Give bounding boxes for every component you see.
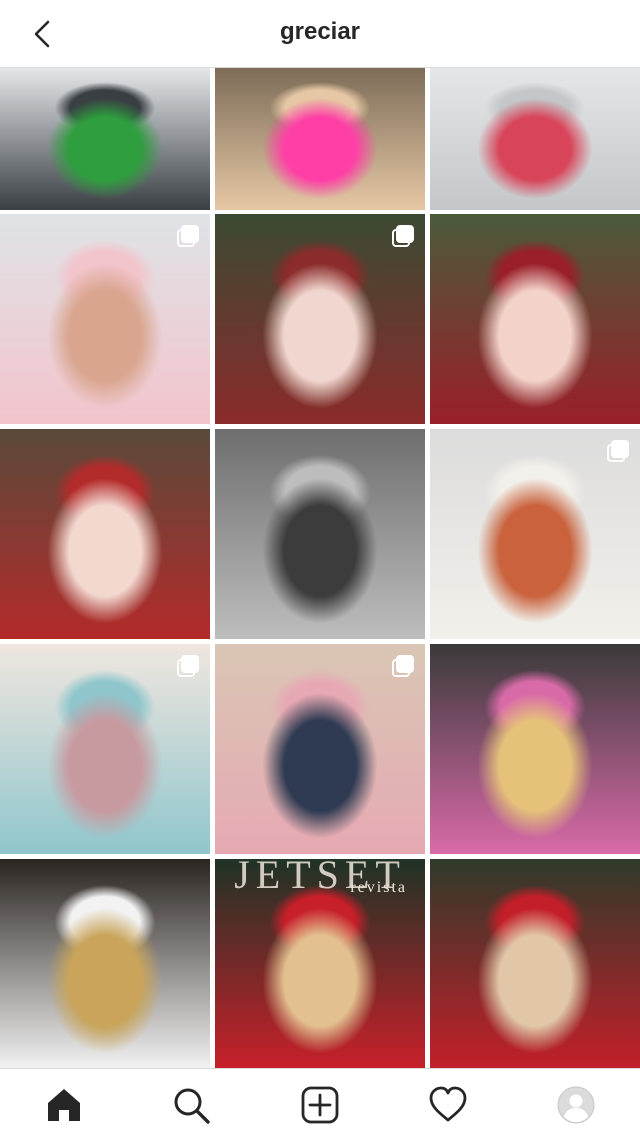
new-post-tab[interactable] (296, 1081, 344, 1129)
carousel-icon (177, 655, 199, 677)
post-photo (430, 214, 640, 424)
post-photo (0, 68, 210, 210)
home-icon (48, 1089, 80, 1121)
grid-post-tile[interactable] (430, 859, 640, 1068)
home-tab[interactable] (40, 1081, 88, 1129)
top-navigation-bar: greciar (0, 0, 640, 68)
grid-post-tile[interactable] (0, 859, 210, 1068)
add-post-icon (301, 1086, 339, 1124)
posts-grid: JETSET revista (0, 68, 640, 1068)
carousel-icon (392, 655, 414, 677)
activity-tab[interactable] (424, 1081, 472, 1129)
search-tab[interactable] (167, 1081, 215, 1129)
grid-post-tile[interactable] (215, 644, 425, 854)
grid-post-tile[interactable] (430, 644, 640, 854)
grid-post-tile[interactable] (215, 429, 425, 639)
grid-post-tile[interactable] (215, 214, 425, 424)
carousel-icon (177, 225, 199, 247)
grid-post-tile[interactable] (430, 68, 640, 210)
post-photo (0, 859, 210, 1068)
bottom-tab-bar (0, 1068, 640, 1138)
grid-post-tile[interactable] (0, 644, 210, 854)
magazine-subtitle: revista (350, 879, 407, 896)
heart-icon (429, 1086, 467, 1122)
grid-post-tile[interactable] (430, 429, 640, 639)
avatar-icon (557, 1086, 595, 1124)
post-photo (0, 429, 210, 639)
grid-post-tile[interactable]: JETSET revista (215, 859, 425, 1068)
carousel-icon (392, 225, 414, 247)
grid-post-tile[interactable] (0, 68, 210, 210)
grid-post-tile[interactable] (0, 214, 210, 424)
post-photo (215, 429, 425, 639)
post-photo (430, 68, 640, 210)
page-title: greciar (279, 18, 361, 45)
post-photo (430, 859, 640, 1068)
post-photo (430, 644, 640, 854)
search-icon (174, 1088, 210, 1124)
grid-post-tile[interactable] (0, 429, 210, 639)
carousel-icon (607, 440, 629, 462)
grid-post-tile[interactable] (215, 68, 425, 210)
post-photo (215, 68, 425, 210)
grid-post-tile[interactable] (430, 214, 640, 424)
profile-tab[interactable] (552, 1081, 600, 1129)
